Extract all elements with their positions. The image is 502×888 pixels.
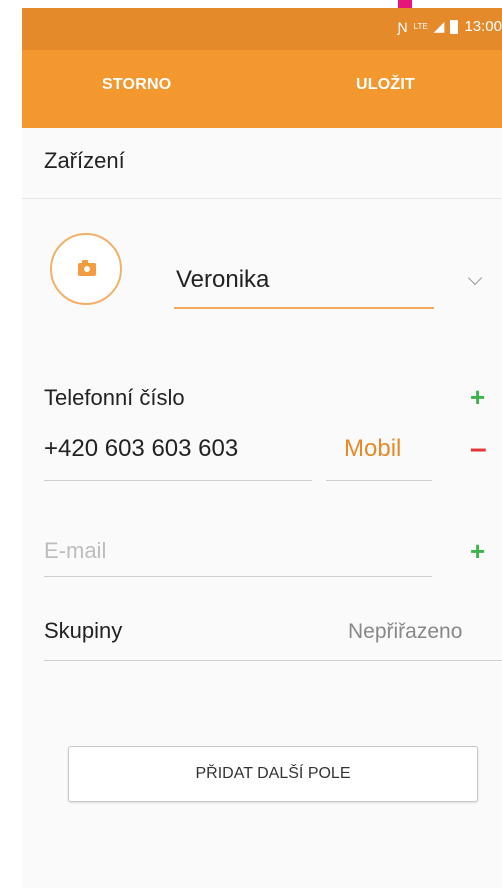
email-input[interactable]: E-mail [44, 538, 106, 564]
cancel-button[interactable]: STORNO [102, 76, 171, 94]
add-phone-plus-icon[interactable]: + [470, 382, 485, 413]
lte-icon: LTE [413, 22, 428, 31]
nfc-icon: Ɲ [397, 18, 408, 35]
camera-icon [78, 260, 96, 276]
remove-phone-minus-icon[interactable]: – [470, 432, 487, 466]
notification-indicator [398, 0, 412, 8]
name-input-underline [174, 307, 434, 309]
status-time: 13:00 [464, 18, 502, 35]
groups-label: Skupiny [44, 618, 123, 643]
groups-underline [44, 660, 502, 661]
phone-input[interactable]: +420 603 603 603 [44, 435, 238, 463]
phone-type-underline [326, 480, 432, 481]
email-input-underline [44, 576, 432, 577]
add-field-button[interactable]: PŘIDAT DALŠÍ POLE [68, 746, 478, 802]
phone-input-underline [44, 480, 312, 481]
battery-icon [450, 19, 459, 34]
section-title[interactable]: Zařízení [44, 148, 125, 174]
app-screen: Ɲ LTE ◢ 13:00 STORNO ULOŽIT Zařízení Ver… [22, 8, 502, 888]
divider [22, 198, 502, 199]
groups-select[interactable]: Nepřiřazeno [348, 620, 462, 644]
add-photo-button[interactable] [50, 233, 122, 305]
save-button[interactable]: ULOŽIT [356, 76, 415, 94]
status-icons: Ɲ LTE ◢ 13:00 [397, 18, 502, 35]
phone-type-select[interactable]: Mobil [344, 435, 401, 463]
name-input[interactable]: Veronika [176, 266, 269, 294]
signal-icon: ◢ [433, 18, 445, 34]
phone-label: Telefonní číslo [44, 385, 185, 410]
status-bar: Ɲ LTE ◢ 13:00 [22, 8, 502, 50]
chevron-down-icon[interactable] [467, 270, 483, 286]
add-email-plus-icon[interactable]: + [470, 536, 485, 567]
action-bar: STORNO ULOŽIT [22, 50, 502, 128]
